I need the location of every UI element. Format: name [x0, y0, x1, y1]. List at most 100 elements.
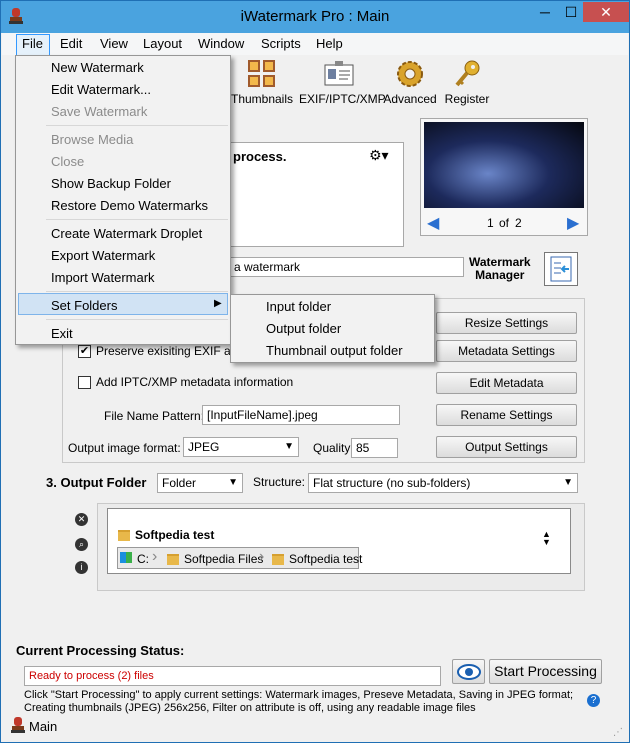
thumbnails-label: Thumbnails: [230, 92, 294, 106]
preview-of: of: [499, 216, 510, 230]
id-card-icon: [324, 61, 354, 86]
path-segment-softpedia-files[interactable]: Softpedia Files: [184, 552, 263, 566]
exif-tool[interactable]: EXIF/IPTC/XMP: [299, 59, 386, 106]
register-tool[interactable]: Register: [441, 59, 493, 106]
register-label: Register: [444, 92, 490, 106]
set-folders-highlight: [18, 293, 228, 315]
path-folder-icon: [272, 552, 284, 566]
preview-panel: ◀ 1 of 2 ▶: [420, 118, 588, 236]
scroll-updown-icon[interactable]: ▲ ▼: [542, 530, 551, 547]
menu-item-exit[interactable]: Exit: [51, 326, 73, 341]
menu-layout[interactable]: Layout: [143, 36, 182, 51]
watermark-field[interactable]: a watermark: [229, 257, 464, 277]
menu-edit[interactable]: Edit: [60, 36, 82, 51]
path-segment-softpedia-test[interactable]: Softpedia test: [289, 552, 362, 566]
add-iptc-label: Add IPTC/XMP metadata information: [96, 375, 294, 389]
watermark-manager-label: Watermark Manager: [469, 255, 531, 282]
selected-folder-icon: [118, 528, 130, 542]
submenu-arrow-icon: ▶: [214, 298, 222, 309]
advanced-tool[interactable]: Advanced: [381, 59, 439, 106]
menu-help[interactable]: Help: [316, 36, 343, 51]
submenu-item-input-folder[interactable]: Input folder: [266, 299, 331, 314]
preview-prev-icon[interactable]: ◀: [427, 213, 439, 233]
path-segment-drive[interactable]: C:: [137, 552, 149, 566]
structure-label: Structure:: [253, 475, 306, 489]
menu-item-new-watermark[interactable]: New Watermark: [51, 60, 144, 75]
chevron-down-icon: ▼: [563, 477, 573, 488]
selected-folder-name: Softpedia test: [135, 528, 215, 542]
submenu-item-output-folder[interactable]: Output folder: [266, 321, 341, 336]
thumbnails-tool[interactable]: Thumbnails: [230, 59, 294, 106]
gear-menu-icon[interactable]: ⚙▾: [369, 147, 389, 164]
process-text: process.: [233, 149, 287, 164]
path-folder-icon: [167, 552, 179, 566]
menu-item-edit-watermark[interactable]: Edit Watermark...: [51, 82, 151, 97]
chevron-down-icon: ▼: [284, 441, 294, 452]
status-heading: Current Processing Status:: [16, 643, 185, 658]
resize-settings-button[interactable]: Resize Settings: [436, 312, 577, 334]
output-format-select[interactable]: JPEG ▼: [183, 437, 299, 457]
gear-icon: [397, 61, 423, 87]
menu-window[interactable]: Window: [198, 36, 244, 51]
watermark-manager-button[interactable]: [544, 252, 578, 286]
import-icon: [550, 256, 572, 282]
menu-item-show-backup[interactable]: Show Backup Folder: [51, 176, 171, 191]
menu-view[interactable]: View: [100, 36, 128, 51]
menu-scripts[interactable]: Scripts: [261, 36, 301, 51]
set-folders-submenu: Input folder Output folder Thumbnail out…: [230, 294, 435, 363]
file-name-pattern-input[interactable]: [InputFileName].jpeg: [202, 405, 400, 425]
menu-separator: [46, 291, 228, 292]
minimize-button[interactable]: ─: [532, 2, 558, 22]
add-iptc-checkbox[interactable]: [78, 376, 91, 389]
menu-bar: File Edit View Layout Window Scripts Hel…: [2, 33, 628, 55]
edit-metadata-button[interactable]: Edit Metadata: [436, 372, 577, 394]
eye-icon: [456, 664, 481, 680]
menu-separator: [46, 219, 228, 220]
preserve-exif-checkbox[interactable]: ✔: [78, 345, 91, 358]
info-icon[interactable]: i: [75, 561, 88, 574]
status-info-line1: Click "Start Processing" to apply curren…: [24, 689, 574, 701]
preserve-exif-label: Preserve exisiting EXIF and: [96, 344, 245, 358]
footer-label: Main: [29, 719, 58, 734]
rename-settings-button[interactable]: Rename Settings: [436, 404, 577, 426]
close-button[interactable]: ✕: [583, 2, 629, 22]
preview-total: 2: [515, 216, 522, 230]
computer-icon: [120, 552, 132, 563]
preview-page: 1: [487, 216, 494, 230]
output-folder-heading: 3. Output Folder: [46, 475, 147, 490]
menu-item-set-folders[interactable]: Set Folders: [51, 298, 117, 313]
path-sep-icon: ›: [259, 548, 265, 565]
footer-stamp-icon: [11, 717, 25, 736]
quality-label: Quality:: [313, 441, 354, 455]
resize-grip[interactable]: ⋰: [613, 727, 623, 738]
quality-input[interactable]: 85: [351, 438, 398, 458]
help-icon[interactable]: ?: [587, 694, 600, 707]
preview-eye-button[interactable]: [452, 659, 485, 684]
folder-select-value: Folder: [162, 476, 197, 490]
structure-select[interactable]: Flat structure (no sub-folders) ▼: [308, 473, 578, 493]
folder-select[interactable]: Folder ▼: [157, 473, 243, 493]
menu-item-browse-media: Browse Media: [51, 132, 134, 147]
output-settings-button[interactable]: Output Settings: [436, 436, 577, 458]
menu-file-label: File: [22, 36, 43, 51]
output-format-label: Output image format:: [68, 441, 181, 455]
maximize-button[interactable]: ☐: [558, 2, 584, 22]
metadata-settings-button[interactable]: Metadata Settings: [436, 340, 577, 362]
menu-item-import-watermark[interactable]: Import Watermark: [51, 270, 155, 285]
output-format-value: JPEG: [188, 440, 220, 454]
menu-item-close: Close: [51, 154, 85, 169]
submenu-item-thumbnail-folder[interactable]: Thumbnail output folder: [266, 343, 403, 358]
menu-item-export-watermark[interactable]: Export Watermark: [51, 248, 155, 263]
menu-item-restore-demo[interactable]: Restore Demo Watermarks: [51, 198, 208, 213]
thumbnails-icon: [248, 60, 275, 87]
path-sep-icon: ›: [152, 548, 158, 565]
title-bar: iWatermark Pro : Main ─ ☐ ✕: [1, 1, 629, 33]
preview-next-icon[interactable]: ▶: [567, 213, 579, 233]
file-name-pattern-label: File Name Pattern:: [104, 409, 205, 423]
status-message: Ready to process (2) files: [24, 666, 441, 686]
menu-item-create-droplet[interactable]: Create Watermark Droplet: [51, 226, 202, 241]
preview-image: [424, 122, 584, 208]
clear-icon[interactable]: ✕: [75, 513, 88, 526]
start-processing-button[interactable]: Start Processing: [489, 659, 602, 684]
search-icon[interactable]: ⌕: [75, 538, 88, 551]
